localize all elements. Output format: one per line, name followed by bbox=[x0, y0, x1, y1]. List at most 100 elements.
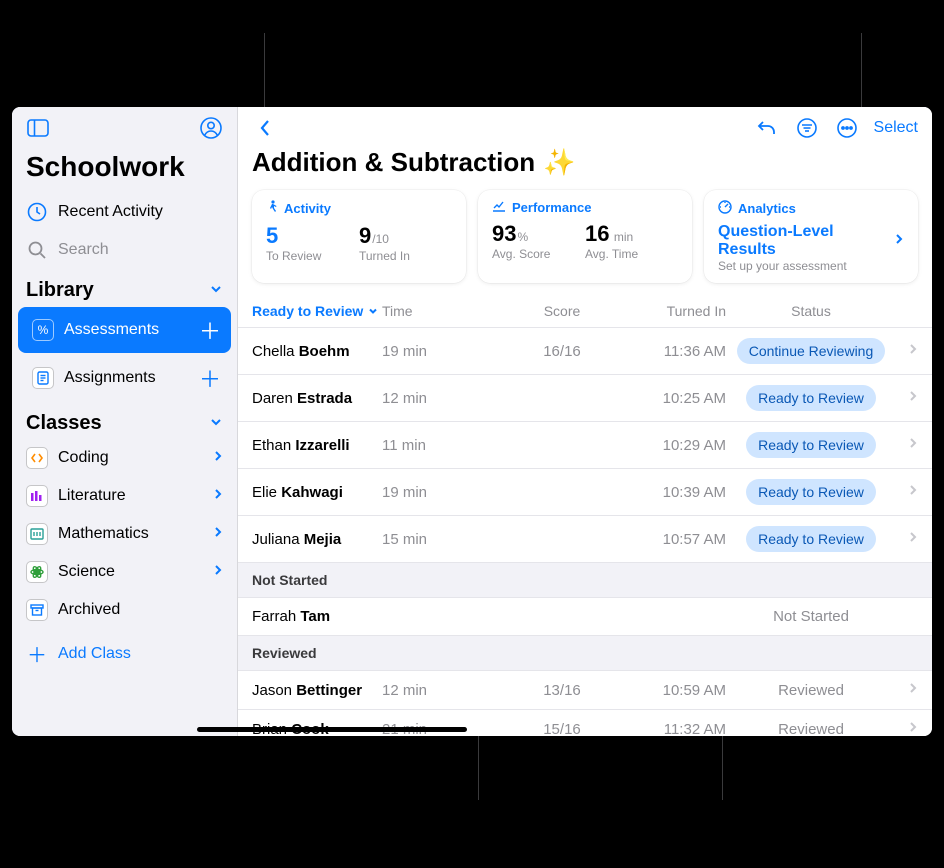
chart-line-icon bbox=[492, 200, 506, 215]
section-label: Classes bbox=[26, 412, 102, 435]
sidebar-item-assignments[interactable]: Assignments ＋ bbox=[18, 355, 231, 401]
class-label: Coding bbox=[58, 449, 109, 467]
chevron-right-icon bbox=[213, 449, 223, 468]
sidebar-item-assessments[interactable]: % Assessments ＋ bbox=[18, 307, 231, 353]
sidebar-toggle-icon[interactable] bbox=[26, 117, 50, 139]
plus-icon[interactable]: ＋ bbox=[199, 314, 221, 346]
status-pill[interactable]: Continue Reviewing bbox=[737, 338, 886, 364]
sidebar-item-coding[interactable]: Coding bbox=[12, 439, 237, 477]
chevron-right-icon bbox=[896, 389, 918, 407]
group-reviewed: Reviewed bbox=[238, 635, 932, 670]
sidebar-item-mathematics[interactable]: Mathematics bbox=[12, 515, 237, 553]
section-classes[interactable]: Classes bbox=[12, 402, 237, 439]
cell-status: Ready to Review bbox=[726, 479, 896, 505]
cell-turned-in: 10:39 AM bbox=[622, 484, 726, 501]
app-window: Schoolwork Recent Activity Search Librar… bbox=[12, 107, 932, 736]
add-class-label: Add Class bbox=[58, 645, 131, 663]
analytics-title: Question-Level Results bbox=[718, 223, 894, 259]
more-icon[interactable] bbox=[834, 115, 860, 141]
sort-ready-to-review[interactable]: Ready to Review bbox=[252, 303, 382, 319]
col-score[interactable]: Score bbox=[502, 303, 622, 319]
cell-time: 19 min bbox=[382, 343, 502, 360]
sparkle-icon: ✨ bbox=[543, 147, 575, 178]
col-label: Ready to Review bbox=[252, 303, 363, 319]
student-name: Elie Kahwagi bbox=[252, 484, 382, 501]
section-library[interactable]: Library bbox=[12, 269, 237, 306]
undo-icon[interactable] bbox=[754, 115, 780, 141]
table-row[interactable]: Elie Kahwagi19 min10:39 AMReady to Revie… bbox=[238, 468, 932, 515]
app-title: Schoolwork bbox=[12, 145, 237, 193]
chevron-right-icon bbox=[896, 342, 918, 360]
archive-icon bbox=[26, 599, 48, 621]
sidebar-item-archived[interactable]: Archived bbox=[12, 591, 237, 629]
search-icon bbox=[26, 239, 48, 261]
class-icon bbox=[26, 447, 48, 469]
table-row[interactable]: Chella Boehm19 min16/1611:36 AMContinue … bbox=[238, 327, 932, 374]
class-label: Mathematics bbox=[58, 525, 149, 543]
cell-time: 11 min bbox=[382, 437, 502, 454]
table-row[interactable]: Jason Bettinger12 min13/1610:59 AMReview… bbox=[238, 670, 932, 709]
cell-turned-in: 10:25 AM bbox=[622, 390, 726, 407]
sidebar-item-science[interactable]: Science bbox=[12, 553, 237, 591]
status-pill[interactable]: Ready to Review bbox=[746, 432, 876, 458]
chevron-right-icon bbox=[896, 483, 918, 501]
cell-status: Reviewed bbox=[726, 682, 896, 699]
chevron-right-icon bbox=[896, 436, 918, 454]
add-class-button[interactable]: ＋ Add Class bbox=[12, 629, 237, 678]
status-pill[interactable]: Ready to Review bbox=[746, 385, 876, 411]
select-button[interactable]: Select bbox=[874, 119, 918, 137]
chevron-right-icon bbox=[896, 720, 918, 736]
plus-icon: ＋ bbox=[26, 639, 48, 668]
avg-time-label: Avg. Time bbox=[585, 247, 678, 261]
filter-icon[interactable] bbox=[794, 115, 820, 141]
col-turned-in[interactable]: Turned In bbox=[622, 303, 726, 319]
back-button[interactable] bbox=[252, 115, 278, 141]
home-indicator bbox=[197, 727, 467, 732]
sidebar-item-literature[interactable]: Literature bbox=[12, 477, 237, 515]
nav-label: Search bbox=[58, 241, 109, 259]
chevron-right-icon bbox=[213, 525, 223, 544]
chevron-right-icon bbox=[213, 487, 223, 506]
nav-recent-activity[interactable]: Recent Activity bbox=[12, 193, 237, 231]
class-icon bbox=[26, 561, 48, 583]
cell-status: Reviewed bbox=[726, 721, 896, 737]
table-row[interactable]: Juliana Mejia15 min10:57 AMReady to Revi… bbox=[238, 515, 932, 562]
cell-time: 15 min bbox=[382, 531, 502, 548]
activity-card[interactable]: Activity 5 To Review 9/10 Turned In bbox=[252, 190, 466, 283]
table-row[interactable]: Ethan Izzarelli11 min10:29 AMReady to Re… bbox=[238, 421, 932, 468]
col-time[interactable]: Time bbox=[382, 303, 502, 319]
student-name: Jason Bettinger bbox=[252, 682, 382, 699]
chevron-down-icon bbox=[367, 305, 379, 317]
class-label: Archived bbox=[58, 601, 120, 619]
performance-card[interactable]: Performance 93% Avg. Score 16 min Avg. T… bbox=[478, 190, 692, 283]
callout-line bbox=[861, 33, 862, 107]
table-row[interactable]: Daren Estrada12 min10:25 AMReady to Revi… bbox=[238, 374, 932, 421]
main-content: Select Addition & Subtraction ✨ Activity… bbox=[238, 107, 932, 736]
avg-time: 16 bbox=[585, 221, 609, 246]
results-table: Ready to Review Time Score Turned In Sta… bbox=[238, 293, 932, 736]
cell-turned-in: 10:57 AM bbox=[622, 531, 726, 548]
col-status[interactable]: Status bbox=[726, 303, 896, 319]
sidebar-item-label: Assessments bbox=[64, 321, 159, 339]
nav-search[interactable]: Search bbox=[12, 231, 237, 269]
table-row[interactable]: Farrah TamNot Started bbox=[238, 597, 932, 635]
cell-time: 12 min bbox=[382, 390, 502, 407]
card-label: Performance bbox=[512, 200, 591, 215]
cell-turned-in: 10:29 AM bbox=[622, 437, 726, 454]
status-pill[interactable]: Ready to Review bbox=[746, 479, 876, 505]
plus-icon[interactable]: ＋ bbox=[199, 362, 221, 394]
cell-score: 15/16 bbox=[502, 721, 622, 737]
table-header: Ready to Review Time Score Turned In Sta… bbox=[238, 293, 932, 327]
person-walk-icon bbox=[266, 200, 278, 217]
status-pill[interactable]: Ready to Review bbox=[746, 526, 876, 552]
account-icon[interactable] bbox=[199, 117, 223, 139]
cell-score: 13/16 bbox=[502, 682, 622, 699]
class-label: Literature bbox=[58, 487, 126, 505]
gauge-icon bbox=[718, 200, 732, 217]
chevron-right-icon bbox=[896, 530, 918, 548]
nav-label: Recent Activity bbox=[58, 203, 163, 221]
analytics-card[interactable]: Analytics Question-Level Results Set up … bbox=[704, 190, 918, 283]
turned-in-count: 9 bbox=[359, 223, 371, 248]
sidebar: Schoolwork Recent Activity Search Librar… bbox=[12, 107, 238, 736]
chevron-right-icon bbox=[213, 563, 223, 582]
